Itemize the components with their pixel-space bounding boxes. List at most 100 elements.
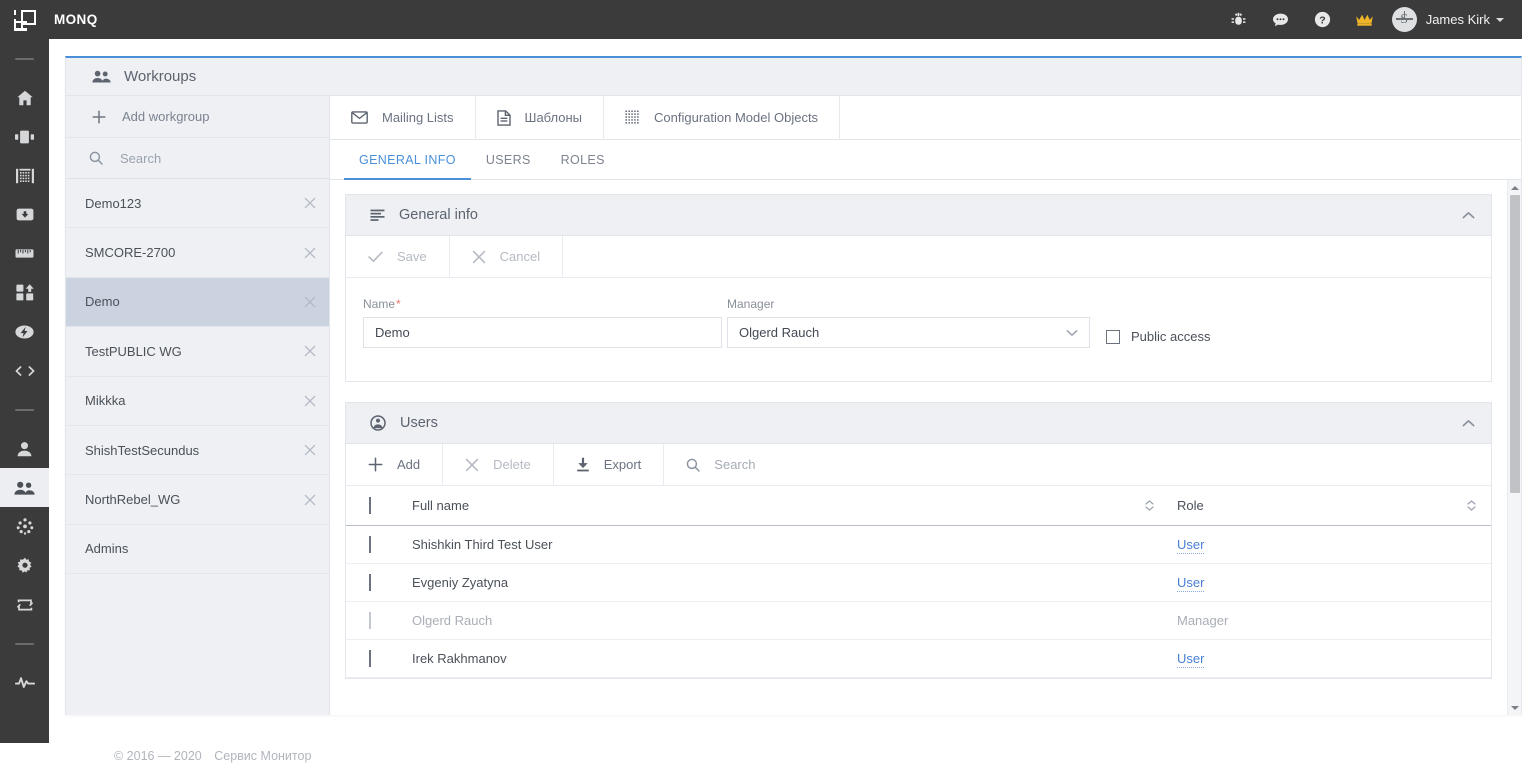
- list-item[interactable]: TestPUBLIC WG: [66, 327, 329, 377]
- manager-select[interactable]: Olgerd Rauch: [727, 317, 1090, 348]
- users-search-placeholder: Search: [714, 457, 756, 472]
- crown-icon[interactable]: [1344, 0, 1386, 39]
- rail-item-home[interactable]: [0, 78, 49, 117]
- row-select-cell[interactable]: [346, 525, 412, 564]
- rail-item-code[interactable]: [0, 351, 49, 390]
- chevron-up-icon[interactable]: [1462, 419, 1475, 428]
- footer-copyright: © 2016 — 2020: [114, 749, 202, 763]
- general-info-tools-filler: [563, 236, 1491, 277]
- chat-icon[interactable]: [1260, 0, 1302, 39]
- table-row[interactable]: Evgeniy Zyatyna User: [346, 563, 1491, 602]
- sort-updown-icon: [1451, 500, 1491, 511]
- list-item-selected[interactable]: Demo: [66, 277, 329, 328]
- help-icon[interactable]: ?: [1302, 0, 1344, 39]
- column-full-name[interactable]: Full name: [412, 486, 1133, 526]
- rail-item-cluster[interactable]: [0, 507, 49, 546]
- row-checkbox: [369, 611, 371, 629]
- add-workgroup-button[interactable]: Add workgroup: [66, 96, 329, 138]
- close-icon[interactable]: [304, 197, 316, 209]
- rail-item-pulse[interactable]: [0, 663, 49, 702]
- mailing-lists-button[interactable]: Mailing Lists: [330, 96, 476, 139]
- delete-user-button[interactable]: Delete: [443, 444, 554, 485]
- save-button[interactable]: Save: [346, 236, 450, 277]
- table-row[interactable]: Irek Rakhmanov User: [346, 639, 1491, 678]
- close-icon[interactable]: [304, 444, 316, 456]
- select-all-checkbox[interactable]: [369, 496, 371, 514]
- list-item[interactable]: NorthRebel_WG: [66, 475, 329, 525]
- role-text: Manager: [1177, 612, 1229, 628]
- table-row[interactable]: Shishkin Third Test User User: [346, 525, 1491, 564]
- rail-item-grid-table[interactable]: [0, 156, 49, 195]
- column-role[interactable]: Role: [1165, 486, 1451, 526]
- row-spacer: [1133, 563, 1165, 602]
- column-role-sort[interactable]: [1451, 486, 1491, 526]
- rail-item-settings[interactable]: [0, 546, 49, 585]
- close-icon[interactable]: [304, 395, 316, 407]
- select-all-cell[interactable]: [346, 486, 412, 526]
- scrollbar-thumb[interactable]: [1510, 195, 1520, 493]
- page-title: Workroups: [124, 68, 197, 85]
- close-icon[interactable]: [304, 345, 316, 357]
- workgroup-label: NorthRebel_WG: [85, 492, 181, 508]
- workgroup-label: Mikkka: [85, 393, 126, 409]
- general-info-title: General info: [399, 207, 478, 223]
- vertical-scrollbar[interactable]: [1507, 180, 1521, 715]
- cancel-button[interactable]: Cancel: [450, 236, 564, 277]
- triangle-down-icon[interactable]: [1508, 700, 1521, 715]
- list-item[interactable]: ShishTestSecundus: [66, 426, 329, 476]
- monq-logo-icon: [13, 9, 36, 31]
- role-link[interactable]: User: [1177, 574, 1205, 592]
- rail-item-automation[interactable]: [0, 312, 49, 351]
- configuration-model-objects-button[interactable]: Configuration Model Objects: [604, 96, 841, 139]
- rail-item-user[interactable]: [0, 429, 49, 468]
- list-item[interactable]: Mikkka: [66, 377, 329, 426]
- user-name[interactable]: James Kirk: [1426, 12, 1490, 27]
- public-access-checkbox[interactable]: [1106, 329, 1120, 344]
- public-access-group[interactable]: Public access: [1106, 329, 1210, 348]
- app-logo[interactable]: [0, 0, 49, 39]
- left-rail: [0, 39, 49, 743]
- rail-item-groups[interactable]: [0, 468, 49, 507]
- panels-icon: [15, 130, 34, 144]
- user-avatar-icon[interactable]: S: [1391, 7, 1417, 32]
- chevron-up-icon[interactable]: [1462, 211, 1475, 220]
- row-checkbox[interactable]: [369, 649, 371, 667]
- list-item[interactable]: SMCORE-2700: [66, 228, 329, 278]
- row-checkbox[interactable]: [369, 573, 371, 591]
- tab-roles[interactable]: ROLES: [546, 140, 620, 179]
- users-panel-actions: Add Delete Export Search: [346, 444, 1491, 486]
- row-select-cell[interactable]: [346, 563, 412, 602]
- rail-item-blocks[interactable]: [0, 273, 49, 312]
- close-icon[interactable]: [304, 494, 316, 506]
- name-input[interactable]: Demo: [363, 317, 722, 348]
- tab-general-info-label: GENERAL INFO: [359, 152, 456, 167]
- close-icon[interactable]: [304, 296, 316, 308]
- module-toolbar: Mailing Lists Шаблоны Configuration Mode…: [330, 96, 1521, 140]
- list-item[interactable]: Admins: [66, 525, 329, 575]
- bug-icon[interactable]: [1218, 0, 1260, 39]
- tab-roles-label: ROLES: [560, 152, 605, 167]
- export-users-button[interactable]: Export: [554, 444, 665, 485]
- role-link[interactable]: User: [1177, 650, 1205, 668]
- workgroup-search-field[interactable]: Search: [66, 138, 329, 179]
- templates-button[interactable]: Шаблоны: [476, 96, 605, 139]
- chevron-down-icon[interactable]: [1496, 17, 1504, 22]
- users-search-field[interactable]: Search: [664, 444, 1491, 485]
- list-item[interactable]: Demo123: [66, 179, 329, 229]
- name-field-group: Name* Demo: [363, 297, 722, 348]
- column-full-name-sort[interactable]: [1133, 486, 1165, 526]
- rail-item-archive[interactable]: [0, 195, 49, 234]
- rail-item-sync[interactable]: [0, 585, 49, 624]
- tab-general-info[interactable]: GENERAL INFO: [344, 140, 471, 180]
- close-icon[interactable]: [304, 247, 316, 259]
- rail-item-ruler[interactable]: [0, 234, 49, 273]
- tab-users[interactable]: USERS: [471, 140, 546, 179]
- rail-item-panels[interactable]: [0, 117, 49, 156]
- add-user-button[interactable]: Add: [346, 444, 444, 485]
- row-checkbox[interactable]: [369, 535, 371, 553]
- row-select-cell[interactable]: [346, 639, 412, 678]
- detail-tabs: GENERAL INFO USERS ROLES: [330, 140, 1521, 180]
- role-link[interactable]: User: [1177, 536, 1205, 554]
- triangle-up-icon[interactable]: [1508, 180, 1521, 195]
- row-spacer: [1451, 639, 1491, 678]
